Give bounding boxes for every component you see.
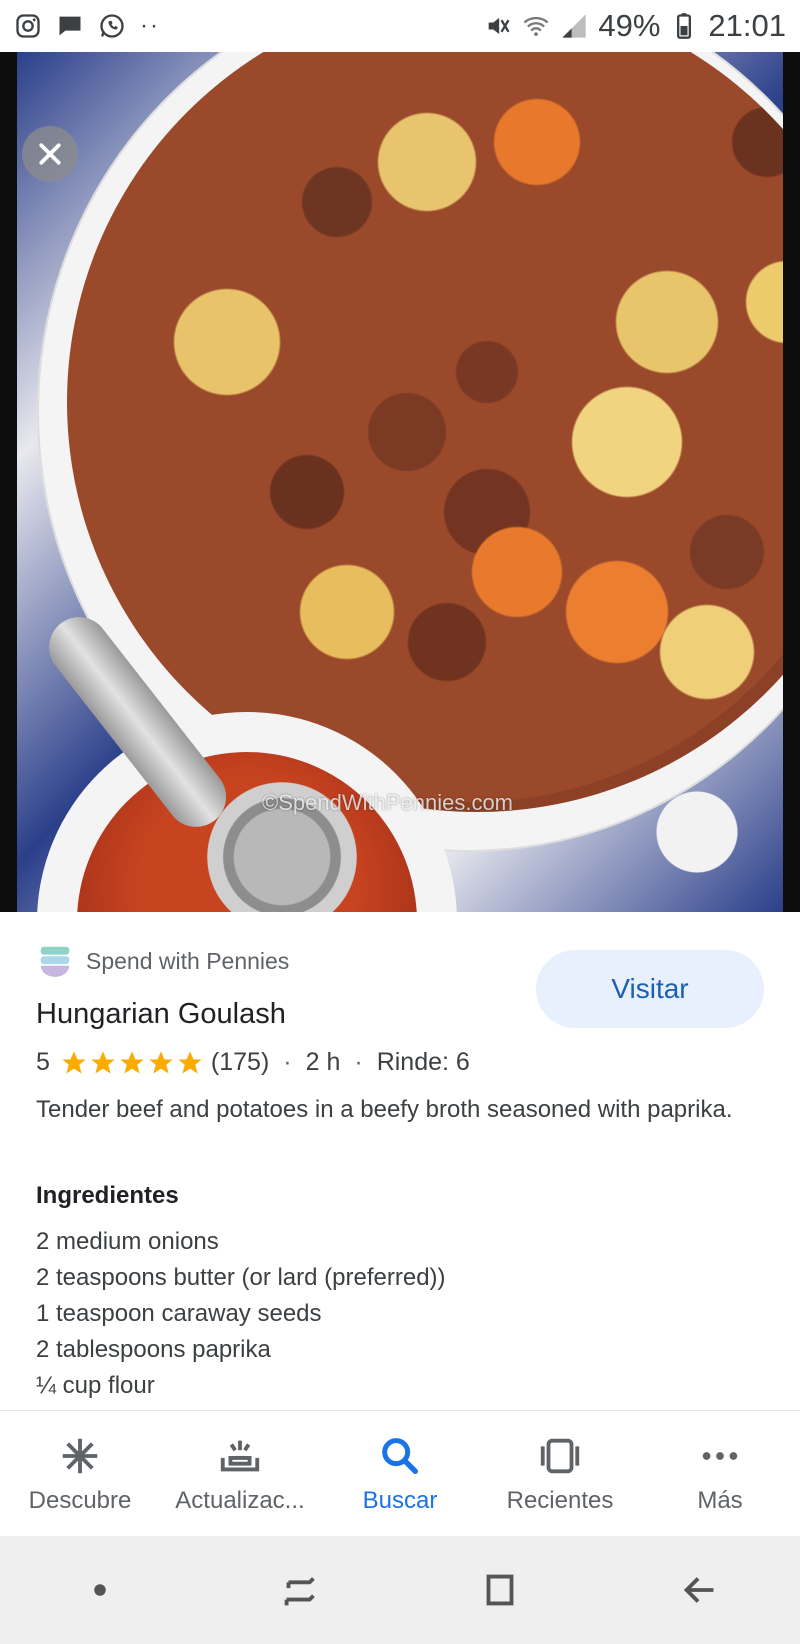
nav-recientes[interactable]: Recientes <box>480 1411 640 1537</box>
source-name: Spend with Pennies <box>86 947 290 974</box>
recipe-image[interactable]: ©SpendWithPennies.com <box>0 52 800 912</box>
dot-icon[interactable] <box>77 1567 123 1613</box>
back-icon[interactable] <box>677 1567 723 1613</box>
nav-label: Recientes <box>506 1487 614 1514</box>
nav-descubre[interactable]: Descubre <box>0 1411 160 1537</box>
signal-icon <box>562 14 587 38</box>
chat-bubble-icon <box>59 16 81 36</box>
cook-time: 2 h <box>305 1048 341 1076</box>
nav-label: Buscar <box>362 1487 438 1514</box>
recipe-meta: 5 (175) · 2 h · Rinde: 6 <box>36 1048 470 1077</box>
updates-icon <box>220 1440 260 1472</box>
ingredient-item: 2 medium onions <box>36 1228 219 1255</box>
ingredient-item: 2 tablespoons paprika <box>36 1336 271 1363</box>
recipe-info-panel: Spend with Pennies Visitar Hungarian Gou… <box>0 912 800 1410</box>
visit-button[interactable]: Visitar <box>536 950 764 1028</box>
star-icon <box>91 1050 115 1073</box>
more-notifications: ·· <box>140 12 160 39</box>
ingredients-list: 2 medium onions 2 teaspoons butter (or l… <box>36 1224 446 1404</box>
rating-stars <box>60 1049 205 1077</box>
recipe-description: Tender beef and potatoes in a beefy brot… <box>36 1096 733 1123</box>
more-dots-icon <box>702 1452 738 1460</box>
status-right: 49% 21:01 <box>484 8 786 44</box>
ingredient-item: ¼ cup flour <box>36 1372 155 1399</box>
star-icon <box>62 1050 86 1073</box>
status-left: ·· <box>14 12 160 40</box>
nav-label: Descubre <box>28 1487 132 1514</box>
star-icon <box>149 1050 173 1073</box>
nav-buscar[interactable]: Buscar <box>320 1411 480 1537</box>
close-button[interactable] <box>22 126 78 182</box>
battery-icon <box>677 13 692 39</box>
ingredient-item: 1 teaspoon caraway seeds <box>36 1300 322 1327</box>
star-icon <box>178 1050 202 1073</box>
recent-apps-icon[interactable] <box>277 1567 323 1613</box>
wifi-icon <box>523 16 549 37</box>
mute-icon <box>489 17 510 35</box>
clock: 21:01 <box>708 8 786 43</box>
star-icon <box>120 1050 144 1073</box>
asterisk-icon <box>62 1438 98 1474</box>
whatsapp-icon <box>100 14 124 38</box>
recent-tabs-icon <box>540 1438 580 1474</box>
recipe-title: Hungarian Goulash <box>36 998 286 1030</box>
ingredients-heading: Ingredientes <box>36 1182 179 1209</box>
instagram-icon <box>16 14 40 38</box>
home-icon[interactable] <box>477 1567 523 1613</box>
system-navigation-bar <box>0 1536 800 1644</box>
nav-label: Actualizac... <box>175 1487 305 1514</box>
nav-actualizaciones[interactable]: Actualizac... <box>160 1411 320 1537</box>
search-icon <box>382 1438 419 1475</box>
close-icon <box>39 143 61 165</box>
ingredient-item: 2 teaspoons butter (or lard (preferred)) <box>36 1264 446 1291</box>
recipe-yield: Rinde: 6 <box>376 1048 470 1076</box>
separator-dot: · <box>283 1048 292 1076</box>
review-count: (175) <box>210 1048 270 1076</box>
battery-percent: 49% <box>598 8 661 43</box>
source[interactable]: Spend with Pennies <box>36 942 289 980</box>
separator-dot: · <box>354 1048 363 1076</box>
nav-mas[interactable]: Más <box>640 1411 800 1537</box>
watermark: ©SpendWithPennies.com <box>262 790 514 815</box>
spend-with-pennies-logo-icon <box>40 946 70 977</box>
rating-value: 5 <box>36 1048 50 1076</box>
bottom-navigation: Descubre Actualizac... Buscar Recientes … <box>0 1410 800 1537</box>
status-bar: ·· 49% 21:01 <box>0 0 800 52</box>
nav-label: Más <box>697 1487 743 1514</box>
goulash-photo: ©SpendWithPennies.com <box>17 52 783 912</box>
